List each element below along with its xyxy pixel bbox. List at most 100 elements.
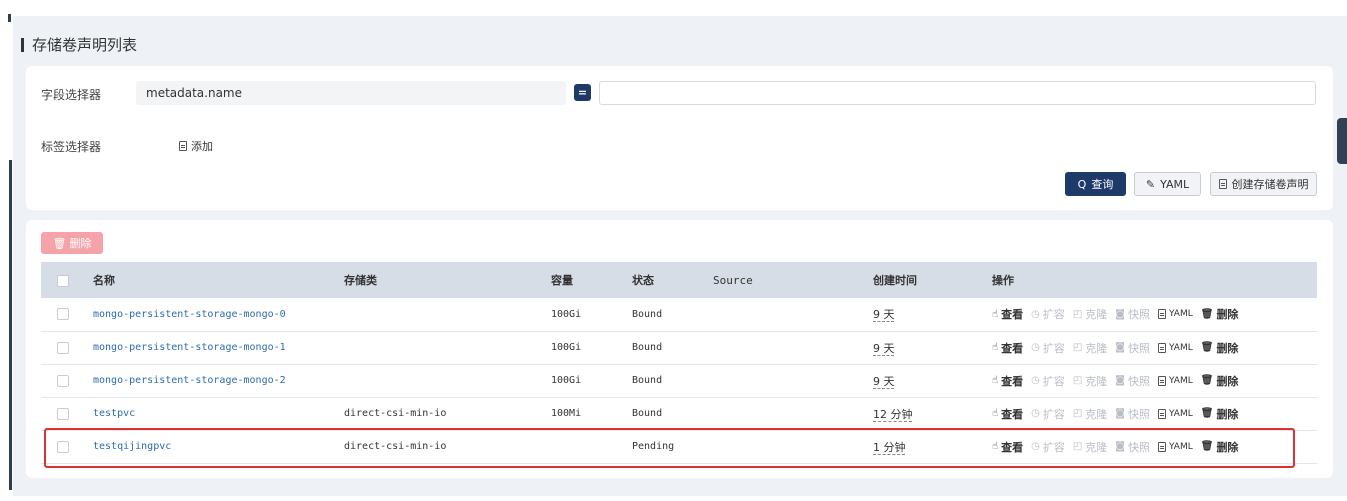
yaml-label: YAML (1160, 177, 1190, 191)
yaml-button[interactable]: ✎ YAML (1134, 172, 1201, 196)
column-header-storage-class[interactable]: 存储类 (344, 262, 551, 298)
delete-label: 删除 (1216, 374, 1239, 388)
pvc-name-link[interactable]: mongo-persistent-storage-mongo-2 (93, 375, 286, 386)
yaml-doc-icon (1157, 375, 1166, 386)
query-button[interactable]: Q 查询 (1065, 172, 1126, 196)
pvc-name-link[interactable]: mongo-persistent-storage-mongo-0 (93, 309, 286, 320)
create-label: 创建存储卷声明 (1231, 178, 1309, 191)
status-cell: Pending (632, 441, 675, 452)
view-action[interactable]: ☝ 查看 (992, 340, 1023, 356)
clone-action[interactable]: ◰ 克隆 (1073, 373, 1107, 389)
label-selector-row: 标签选择器 (41, 138, 101, 155)
yaml-action[interactable]: YAML (1157, 342, 1193, 353)
expand-action[interactable]: ◷ 扩容 (1031, 340, 1065, 356)
row-checkbox[interactable] (57, 341, 69, 354)
side-drawer-handle[interactable] (1337, 118, 1347, 164)
table-row[interactable]: mongo-persistent-storage-mongo-0 100Gi B… (41, 298, 1317, 331)
trash-icon: 🗑 (1200, 308, 1214, 320)
created-cell: 9 天 (873, 298, 992, 331)
pointer-icon: ☝ (992, 342, 999, 353)
expand-label: 扩容 (1042, 308, 1065, 322)
column-header-source[interactable]: Source (713, 262, 873, 298)
camera-icon: ◙ (1115, 375, 1125, 386)
left-scroll-accent (9, 160, 12, 490)
yaml-action[interactable]: YAML (1157, 375, 1193, 386)
yaml-action[interactable]: YAML (1157, 408, 1193, 419)
create-pvc-button[interactable]: 创建存储卷声明 (1210, 172, 1317, 196)
pvc-name-link[interactable]: mongo-persistent-storage-mongo-1 (93, 342, 286, 353)
view-action[interactable]: ☝ 查看 (992, 406, 1023, 422)
clone-action[interactable]: ◰ 克隆 (1073, 439, 1107, 455)
add-label-button[interactable]: 添加 (179, 138, 213, 154)
row-checkbox[interactable] (57, 308, 69, 321)
camera-icon: ◙ (1115, 308, 1125, 320)
clone-action[interactable]: ◰ 克隆 (1073, 306, 1107, 322)
row-checkbox[interactable] (57, 440, 69, 453)
pvc-name-link[interactable]: testqijingpvc (93, 441, 171, 452)
row-actions: ☝ 查看 ◷ 扩容 ◰ 克隆 ◙ 快照 YAML 🗑 删除 (992, 373, 1317, 389)
storage-class-cell (344, 364, 551, 397)
delete-action[interactable]: 🗑 删除 (1201, 306, 1239, 322)
delete-action[interactable]: 🗑 删除 (1201, 373, 1239, 389)
trash-icon: 🗑 (1200, 342, 1214, 353)
yaml-row-label: YAML (1168, 375, 1193, 386)
snapshot-action[interactable]: ◙ 快照 (1115, 406, 1150, 422)
field-value-input[interactable] (599, 81, 1316, 105)
snapshot-action[interactable]: ◙ 快照 (1115, 340, 1150, 356)
yaml-action[interactable]: YAML (1157, 309, 1193, 320)
created-time: 9 天 (873, 374, 895, 388)
clone-label: 克隆 (1085, 341, 1108, 355)
expand-action[interactable]: ◷ 扩容 (1031, 373, 1065, 389)
yaml-action[interactable]: YAML (1157, 441, 1193, 452)
view-action[interactable]: ☝ 查看 (992, 373, 1023, 389)
pvc-table: 名称 存储类 容量 状态 Source 创建时间 操作 mongo-persis… (41, 262, 1317, 464)
delete-action[interactable]: 🗑 删除 (1201, 340, 1239, 356)
column-header-status[interactable]: 状态 (632, 262, 713, 298)
storage-class-cell: direct-csi-min-io (344, 441, 447, 452)
expand-action[interactable]: ◷ 扩容 (1031, 406, 1065, 422)
table-row[interactable]: testqijingpvc direct-csi-min-io Pending … (41, 430, 1317, 463)
delete-label: 删除 (1216, 407, 1239, 421)
select-all-checkbox[interactable] (57, 274, 69, 287)
pvc-name-link[interactable]: testpvc (93, 408, 135, 419)
create-doc-icon (1218, 179, 1227, 189)
row-actions: ☝ 查看 ◷ 扩容 ◰ 克隆 ◙ 快照 YAML 🗑 删除 (992, 340, 1317, 356)
copy-icon: ◰ (1072, 441, 1083, 452)
page-header: 存储卷声明列表 (21, 34, 137, 55)
delete-label: 删除 (1216, 440, 1239, 454)
row-checkbox[interactable] (57, 374, 69, 387)
expand-action[interactable]: ◷ 扩容 (1031, 439, 1065, 455)
snapshot-label: 快照 (1127, 440, 1150, 454)
table-row[interactable]: testpvc direct-csi-min-io 100Mi Bound 12… (41, 397, 1317, 430)
clone-action[interactable]: ◰ 克隆 (1073, 340, 1107, 356)
expand-label: 扩容 (1042, 374, 1065, 388)
clone-label: 克隆 (1085, 440, 1108, 454)
column-header-created[interactable]: 创建时间 (873, 262, 992, 298)
ops-cell: ☝ 查看 ◷ 扩容 ◰ 克隆 ◙ 快照 YAML 🗑 删除 (992, 364, 1317, 397)
clone-action[interactable]: ◰ 克隆 (1073, 406, 1107, 422)
delete-action[interactable]: 🗑 删除 (1201, 439, 1239, 455)
created-time: 12 分钟 (873, 407, 913, 421)
column-header-name[interactable]: 名称 (93, 262, 344, 298)
operator-button[interactable]: = (574, 84, 591, 101)
snapshot-action[interactable]: ◙ 快照 (1115, 373, 1150, 389)
row-actions: ☝ 查看 ◷ 扩容 ◰ 克隆 ◙ 快照 YAML 🗑 删除 (992, 306, 1317, 322)
view-action[interactable]: ☝ 查看 (992, 306, 1023, 322)
delete-action[interactable]: 🗑 删除 (1201, 406, 1239, 422)
column-header-capacity[interactable]: 容量 (551, 262, 632, 298)
view-action[interactable]: ☝ 查看 (992, 439, 1023, 455)
field-selector-dropdown[interactable]: metadata.name (136, 81, 566, 105)
copy-icon: ◰ (1072, 408, 1083, 419)
table-row[interactable]: mongo-persistent-storage-mongo-1 100Gi B… (41, 331, 1317, 364)
yaml-doc-icon (1157, 309, 1166, 320)
name-cell: mongo-persistent-storage-mongo-2 (93, 364, 344, 397)
name-cell: mongo-persistent-storage-mongo-1 (93, 331, 344, 364)
bulk-delete-button[interactable]: 🗑 删除 (41, 232, 103, 254)
table-row[interactable]: mongo-persistent-storage-mongo-2 100Gi B… (41, 364, 1317, 397)
row-checkbox[interactable] (57, 407, 69, 420)
expand-action[interactable]: ◷ 扩容 (1031, 306, 1065, 322)
snapshot-action[interactable]: ◙ 快照 (1115, 306, 1150, 322)
snapshot-label: 快照 (1127, 308, 1150, 322)
created-time: 1 分钟 (873, 440, 906, 454)
snapshot-action[interactable]: ◙ 快照 (1115, 439, 1150, 455)
